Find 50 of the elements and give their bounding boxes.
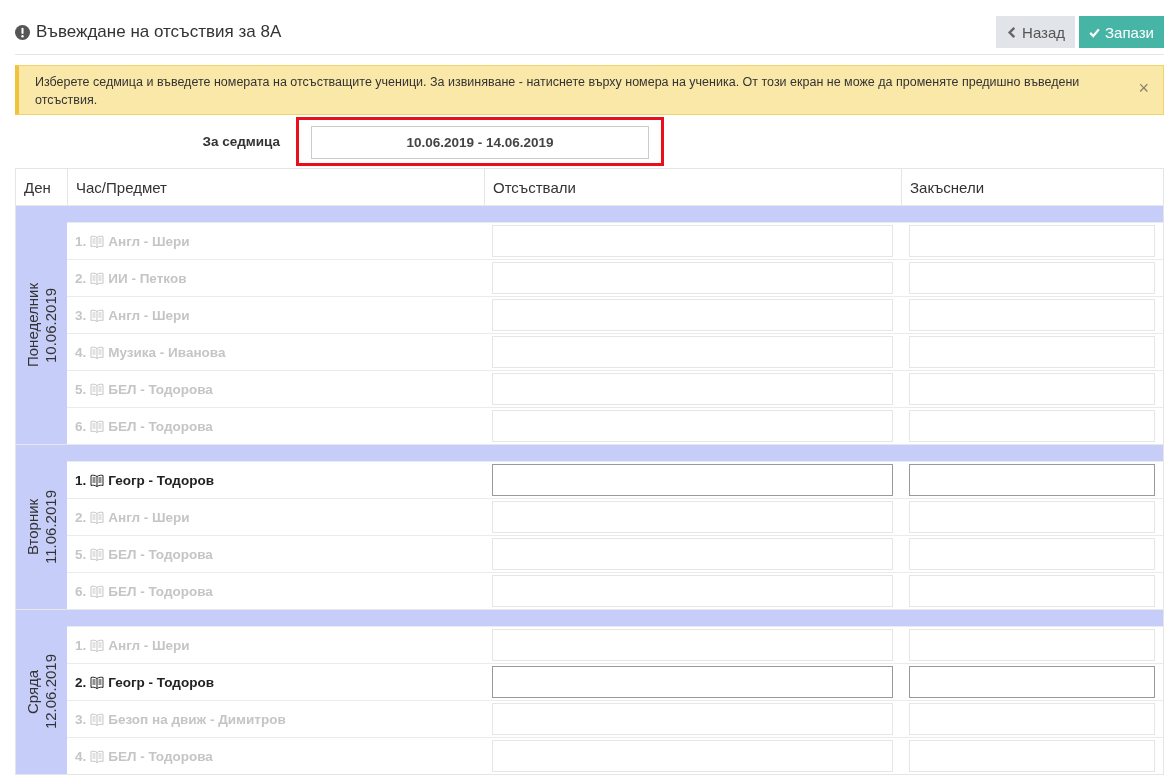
column-header: Отсъствали [484, 169, 901, 205]
book-icon [90, 584, 105, 598]
lesson-cell-text: 2. ИИ - Петков [74, 269, 188, 288]
lesson-cell-text: 4. Музика - Иванова [74, 343, 227, 362]
lesson-cell-text: 5. БЕЛ - Тодорова [74, 380, 214, 399]
lesson-cell-text: 5. БЕЛ - Тодорова [74, 545, 214, 564]
book-icon [90, 473, 105, 487]
book-icon [90, 308, 105, 322]
lesson-cell-text: 3. Англ - Шери [74, 306, 191, 325]
close-button[interactable]: × [1138, 78, 1149, 99]
day-date: 12.06.2019 [41, 654, 60, 730]
lesson-cell-text: 2. Геогр - Тодоров [74, 673, 215, 692]
book-icon [90, 271, 105, 285]
day-name: Вторник [23, 498, 42, 556]
absent-input[interactable] [492, 666, 893, 698]
book-icon [90, 510, 105, 524]
lesson-cell-text: 6. БЕЛ - Тодорова [74, 417, 214, 436]
book-icon [90, 345, 105, 359]
lesson-cell-text: 4. БЕЛ - Тодорова [74, 747, 214, 766]
absent-input[interactable] [492, 464, 893, 496]
page-title: Въвеждане на отсъствия за 8А [36, 22, 282, 42]
book-icon [90, 675, 105, 689]
column-header: Закъснели [901, 169, 1163, 205]
week-field[interactable]: 10.06.2019 - 14.06.2019 [311, 126, 649, 159]
book-icon [90, 419, 105, 433]
lesson-cell-text: 1. Англ - Шери [74, 636, 191, 655]
week-label: За седмица [201, 134, 281, 149]
lesson-cell-text: 6. БЕЛ - Тодорова [74, 582, 214, 601]
exclamation-circle-icon [15, 24, 30, 40]
day-date: 10.06.2019 [41, 287, 60, 363]
column-header: Час/Предмет [67, 169, 484, 205]
lesson-cell-text: 2. Англ - Шери [74, 508, 191, 527]
day-date: 11.06.2019 [41, 490, 60, 564]
book-icon [90, 638, 105, 652]
book-icon [90, 234, 105, 248]
alert-message: Изберете седмица и въведете номерата на отсъстващите ученици. За извиняване - натиснете върху номера на ученика. От този екран не може да променяте предишно въведени отсъствия. [35, 75, 1080, 107]
late-input[interactable] [909, 464, 1155, 496]
column-header: Ден [23, 177, 52, 198]
back-button[interactable]: Назад [996, 16, 1076, 48]
lesson-cell-text: 3. Безоп на движ - Димитров [74, 710, 287, 729]
book-icon [90, 382, 105, 396]
day-name: Понеделник [23, 283, 42, 367]
book-icon [90, 547, 105, 561]
book-icon [90, 749, 105, 763]
day-name: Сряда [23, 669, 42, 715]
chevron-left-icon [1006, 25, 1018, 39]
book-icon [90, 712, 105, 726]
lesson-cell-text: 1. Англ - Шери [74, 232, 191, 251]
lesson-cell-text: 1. Геогр - Тодоров [74, 471, 215, 490]
late-input[interactable] [909, 666, 1155, 698]
